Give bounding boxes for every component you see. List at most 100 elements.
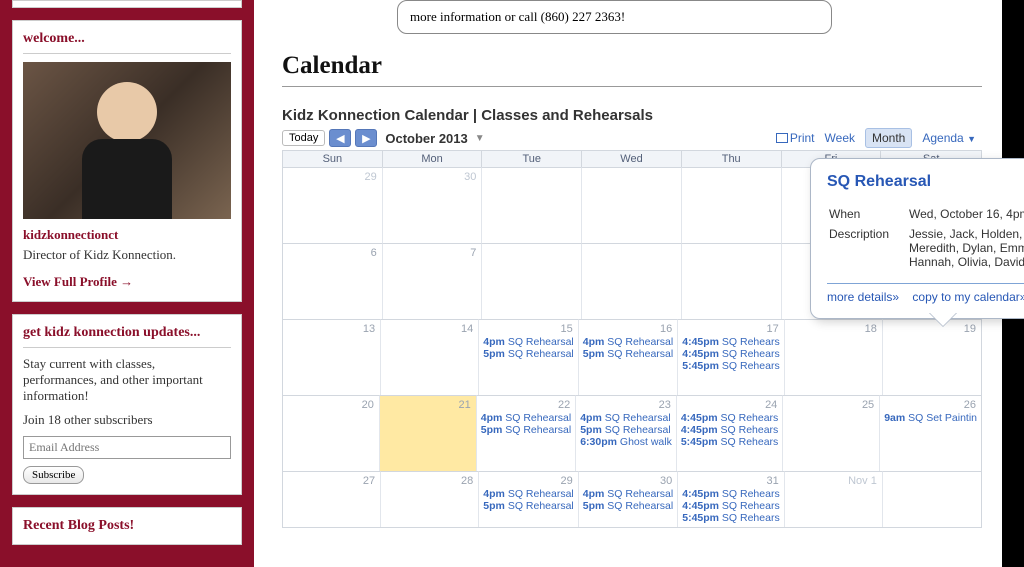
day-number <box>485 246 578 248</box>
calendar-event[interactable]: 5pm SQ Rehearsal <box>482 500 574 512</box>
print-link[interactable]: Print <box>776 131 815 145</box>
day-number: 30 <box>582 474 674 488</box>
day-number <box>685 170 778 172</box>
day-cell[interactable]: 314:45pm SQ Rehears4:45pm SQ Rehears5:45… <box>678 471 784 527</box>
day-cell[interactable]: 25 <box>783 395 880 471</box>
day-header: Mon <box>383 151 483 167</box>
view-agenda-tab[interactable]: Agenda ▼ <box>916 129 982 147</box>
day-cell[interactable]: 6 <box>283 243 383 319</box>
profile-photo[interactable] <box>23 62 231 219</box>
day-cell[interactable] <box>883 471 981 527</box>
day-cell[interactable]: 174:45pm SQ Rehears4:45pm SQ Rehears5:45… <box>678 319 784 395</box>
prev-month-button[interactable]: ◀ <box>329 129 351 147</box>
day-cell[interactable]: 13 <box>283 319 381 395</box>
calendar-event[interactable]: 5pm SQ Rehearsal <box>480 424 572 436</box>
page-title: Calendar <box>282 52 982 87</box>
sidebar: welcome... kidzkonnectionct Director of … <box>0 0 254 567</box>
day-cell[interactable]: 18 <box>785 319 883 395</box>
email-input[interactable] <box>23 436 231 459</box>
day-cell[interactable] <box>682 167 782 243</box>
day-number: 18 <box>788 322 879 336</box>
day-header: Wed <box>582 151 682 167</box>
day-cell[interactable]: Nov 1 <box>785 471 883 527</box>
day-cell[interactable]: 244:45pm SQ Rehears4:45pm SQ Rehears5:45… <box>677 395 783 471</box>
day-number: 23 <box>579 398 673 412</box>
day-number: Nov 1 <box>788 474 879 488</box>
calendar-event[interactable]: 4:45pm SQ Rehears <box>680 412 779 424</box>
day-cell[interactable]: 30 <box>383 167 483 243</box>
popup-desc-label: Description <box>829 225 907 271</box>
calendar-event[interactable]: 5pm SQ Rehearsal <box>482 348 574 360</box>
calendar-event[interactable]: 6:30pm Ghost walk <box>579 436 673 448</box>
day-cell[interactable]: 294pm SQ Rehearsal5pm SQ Rehearsal <box>479 471 578 527</box>
next-month-button[interactable]: ▶ <box>355 129 377 147</box>
print-label: Print <box>790 131 815 145</box>
calendar-event[interactable]: 4pm SQ Rehearsal <box>582 336 674 348</box>
calendar-event[interactable]: 5:45pm SQ Rehears <box>680 436 779 448</box>
welcome-box: welcome... kidzkonnectionct Director of … <box>12 20 242 302</box>
calendar-event[interactable]: 4:45pm SQ Rehears <box>681 348 780 360</box>
calendar-event[interactable]: 4pm SQ Rehearsal <box>480 412 572 424</box>
calendar-week: 1314154pm SQ Rehearsal5pm SQ Rehearsal16… <box>283 319 981 395</box>
day-number: 6 <box>286 246 379 260</box>
day-number: 27 <box>286 474 377 488</box>
day-cell[interactable] <box>582 167 682 243</box>
day-cell[interactable]: 154pm SQ Rehearsal5pm SQ Rehearsal <box>479 319 578 395</box>
day-cell[interactable]: 269am SQ Set Paintin <box>880 395 981 471</box>
day-header: Tue <box>482 151 582 167</box>
day-number: 7 <box>386 246 479 260</box>
calendar-event[interactable]: 5:45pm SQ Rehears <box>681 512 780 524</box>
copy-to-calendar-link[interactable]: copy to my calendar» <box>912 290 1024 304</box>
calendar-event[interactable]: 5pm SQ Rehearsal <box>582 348 674 360</box>
calendar-event[interactable]: 4pm SQ Rehearsal <box>482 488 574 500</box>
day-cell[interactable]: 224pm SQ Rehearsal5pm SQ Rehearsal <box>477 395 576 471</box>
day-cell[interactable]: 7 <box>383 243 483 319</box>
month-dropdown-icon[interactable]: ▼ <box>475 133 485 144</box>
day-cell[interactable]: 27 <box>283 471 381 527</box>
day-cell[interactable] <box>682 243 782 319</box>
calendar-event[interactable]: 4pm SQ Rehearsal <box>482 336 574 348</box>
chevron-down-icon: ▼ <box>967 134 976 144</box>
day-cell[interactable]: 14 <box>381 319 479 395</box>
day-cell[interactable]: 164pm SQ Rehearsal5pm SQ Rehearsal <box>579 319 678 395</box>
more-details-link[interactable]: more details» <box>827 290 899 304</box>
calendar-event[interactable]: 5:45pm SQ Rehears <box>681 360 780 372</box>
day-cell[interactable]: 20 <box>283 395 380 471</box>
subscribe-button[interactable]: Subscribe <box>23 466 84 484</box>
day-cell[interactable] <box>582 243 682 319</box>
view-week-tab[interactable]: Week <box>819 129 861 147</box>
day-cell[interactable]: 29 <box>283 167 383 243</box>
calendar-event[interactable]: 4:45pm SQ Rehears <box>681 500 780 512</box>
recent-box: Recent Blog Posts! <box>12 507 242 545</box>
view-month-tab[interactable]: Month <box>865 128 912 148</box>
day-number: 25 <box>786 398 876 412</box>
view-full-profile-link[interactable]: View Full Profile → <box>23 274 133 289</box>
printer-icon <box>776 133 788 143</box>
day-cell[interactable]: 21 <box>380 395 477 471</box>
welcome-heading: welcome... <box>23 31 231 54</box>
day-number: 16 <box>582 322 674 336</box>
calendar-event[interactable]: 5pm SQ Rehearsal <box>579 424 673 436</box>
popup-title: SQ Rehearsal <box>827 173 1024 191</box>
today-button[interactable]: Today <box>282 130 325 146</box>
day-cell[interactable] <box>482 167 582 243</box>
calendar-event[interactable]: 9am SQ Set Paintin <box>883 412 978 424</box>
day-number: 17 <box>681 322 780 336</box>
month-label: October 2013 <box>385 131 467 146</box>
day-cell[interactable]: 28 <box>381 471 479 527</box>
calendar-event[interactable]: 4:45pm SQ Rehears <box>681 336 780 348</box>
updates-heading: get kidz konnection updates... <box>23 325 231 348</box>
calendar-event[interactable]: 5pm SQ Rehearsal <box>582 500 674 512</box>
day-cell[interactable]: 234pm SQ Rehearsal5pm SQ Rehearsal6:30pm… <box>576 395 677 471</box>
calendar-event[interactable]: 4pm SQ Rehearsal <box>579 412 673 424</box>
updates-box: get kidz konnection updates... Stay curr… <box>12 314 242 495</box>
day-number <box>485 170 578 172</box>
calendar-event[interactable]: 4:45pm SQ Rehears <box>681 488 780 500</box>
calendar-event[interactable]: 4:45pm SQ Rehears <box>680 424 779 436</box>
calendar-event[interactable]: 4pm SQ Rehearsal <box>582 488 674 500</box>
profile-username-link[interactable]: kidzkonnectionct <box>23 227 231 243</box>
main-content: more information or call (860) 227 2363!… <box>254 0 1002 567</box>
calendar-title: Kidz Konnection Calendar | Classes and R… <box>282 107 982 124</box>
day-cell[interactable] <box>482 243 582 319</box>
day-cell[interactable]: 304pm SQ Rehearsal5pm SQ Rehearsal <box>579 471 678 527</box>
